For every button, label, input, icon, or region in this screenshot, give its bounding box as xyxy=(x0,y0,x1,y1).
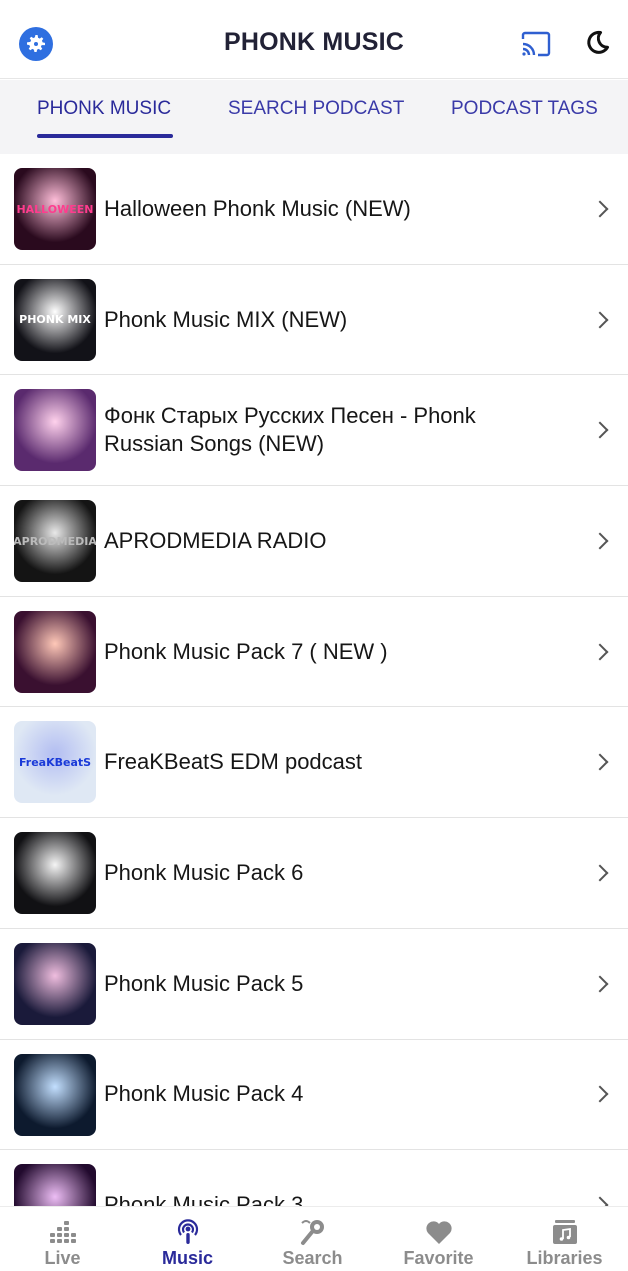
equalizer-icon xyxy=(49,1221,76,1243)
podcast-list-item[interactable]: Фонк Старых Русских Песен - Phonk Russia… xyxy=(0,375,628,487)
chevron-right-icon xyxy=(591,864,609,882)
tab-bar: PHONK MUSIC SEARCH PODCAST PODCAST TAGS xyxy=(0,80,628,154)
podcast-title: FreaKBeatS EDM podcast xyxy=(104,749,363,775)
chevron-right-icon xyxy=(591,753,609,771)
podcast-title: Phonk Music Pack 7 ( NEW ) xyxy=(104,638,388,664)
chevron-right-icon xyxy=(591,200,609,218)
podcast-thumbnail xyxy=(14,389,96,472)
podcast-title: Phonk Music MIX (NEW) xyxy=(104,306,348,332)
chevron-right-icon xyxy=(591,975,609,993)
podcast-thumbnail: PHONK MIX xyxy=(14,278,96,361)
podcast-list-item[interactable]: PHONK MIX Phonk Music MIX (NEW) xyxy=(0,264,628,376)
library-icon xyxy=(552,1220,577,1244)
nav-music-label: Music xyxy=(161,1248,213,1268)
chevron-right-icon xyxy=(591,1085,609,1103)
podcast-title: Phonk Music Pack 5 xyxy=(104,970,304,996)
nav-search-label: Search xyxy=(282,1248,343,1268)
nav-live[interactable]: Live xyxy=(0,1207,125,1271)
podcast-thumbnail: APRODMEDIA xyxy=(14,500,96,583)
podcast-list-item[interactable]: Phonk Music Pack 4 xyxy=(0,1039,628,1151)
bottom-navigation: Live Music Search Favorite Libraries xyxy=(0,1206,628,1271)
chevron-right-icon xyxy=(591,1196,609,1206)
chevron-right-icon xyxy=(591,311,609,329)
nav-libraries-label: Libraries xyxy=(526,1248,603,1268)
podcast-thumbnail xyxy=(14,832,96,915)
podcast-list-item[interactable]: Phonk Music Pack 6 xyxy=(0,818,628,929)
podcast-list-item[interactable]: APRODMEDIA APRODMEDIA RADIO xyxy=(0,486,628,597)
cast-button[interactable] xyxy=(520,30,552,58)
nav-live-label: Live xyxy=(44,1248,81,1268)
podcast-title: APRODMEDIA RADIO xyxy=(104,527,327,553)
nav-favorite[interactable]: Favorite xyxy=(376,1207,501,1271)
tab-podcast-tags[interactable]: PODCAST TAGS xyxy=(451,98,598,120)
nav-libraries[interactable]: Libraries xyxy=(502,1207,627,1271)
podcast-thumbnail xyxy=(14,942,96,1025)
app-header: PHONK MUSIC xyxy=(0,0,628,79)
podcast-list[interactable]: HALLOWEEN Halloween Phonk Music (NEW) PHON… xyxy=(0,154,628,1206)
nav-music[interactable]: Music xyxy=(125,1207,250,1271)
chevron-right-icon xyxy=(591,643,609,661)
podcast-thumbnail: FreaKBeatS xyxy=(14,721,96,804)
podcast-thumbnail xyxy=(14,1053,96,1136)
cast-icon xyxy=(521,31,551,57)
chevron-right-icon xyxy=(591,421,609,439)
tab-phonk-music[interactable]: PHONK MUSIC xyxy=(37,98,171,120)
podcast-list-item[interactable]: Phonk Music Pack 7 ( NEW ) xyxy=(0,596,628,708)
podcast-title: Phonk Music Pack 6 xyxy=(104,859,304,885)
podcast-thumbnail: HALLOWEEN xyxy=(14,168,96,250)
theme-toggle-button[interactable] xyxy=(584,30,612,58)
podcast-list-item[interactable]: HALLOWEEN Halloween Phonk Music (NEW) xyxy=(0,154,628,265)
podcast-title: Phonk Music Pack 3 xyxy=(104,1192,304,1206)
podcast-thumbnail xyxy=(14,1164,96,1206)
podcast-title: Фонк Старых Русских Песен - Phonk Russia… xyxy=(104,403,476,457)
podcast-list-item[interactable]: FreaKBeatS FreaKBeatS EDM podcast xyxy=(0,707,628,819)
podcast-icon xyxy=(177,1219,198,1244)
podcast-thumbnail xyxy=(14,610,96,693)
podcast-title: Halloween Phonk Music (NEW) xyxy=(104,195,411,221)
chevron-right-icon xyxy=(591,532,609,550)
podcast-list-item[interactable]: Phonk Music Pack 3 xyxy=(0,1150,628,1206)
active-tab-indicator xyxy=(37,134,173,138)
moon-icon xyxy=(587,30,609,54)
nav-favorite-label: Favorite xyxy=(403,1248,474,1268)
search-icon xyxy=(300,1220,324,1245)
podcast-list-item[interactable]: Phonk Music Pack 5 xyxy=(0,928,628,1040)
tab-search-podcast[interactable]: SEARCH PODCAST xyxy=(228,98,404,120)
nav-search[interactable]: Search xyxy=(250,1207,375,1271)
heart-icon xyxy=(425,1221,452,1244)
podcast-title: Phonk Music Pack 4 xyxy=(104,1081,304,1107)
